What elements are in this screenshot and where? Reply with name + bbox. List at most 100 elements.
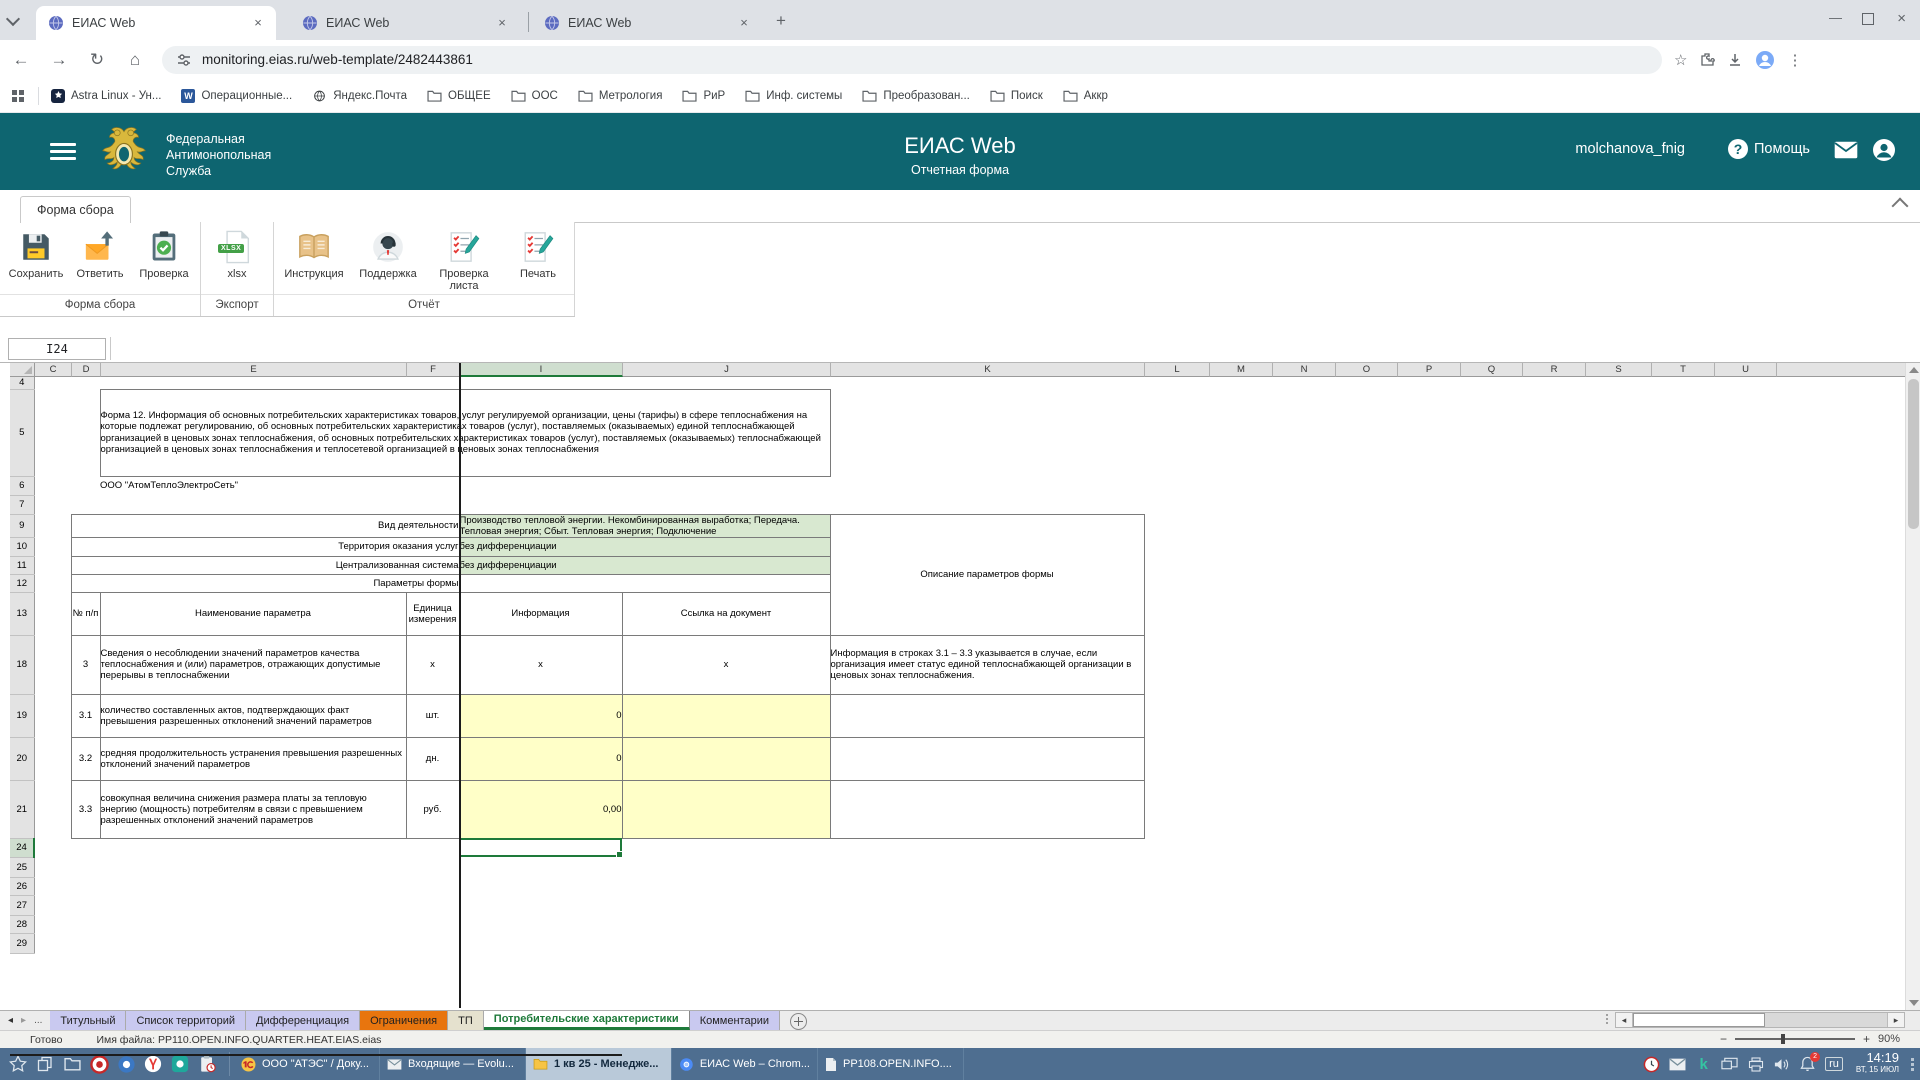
param-desc-cell[interactable] [830,737,1144,780]
param-name-cell[interactable]: Сведения о несоблюдении значений парамет… [100,635,406,694]
tab-close-icon[interactable]: × [250,15,266,31]
row-header[interactable]: 18 [10,635,34,694]
apps-grid-icon[interactable] [12,90,24,102]
column-header-selected[interactable]: I [460,363,623,377]
bookmark-folder-poisk[interactable]: Поиск [990,90,1043,102]
sheet-cell[interactable] [34,592,71,635]
browser-tab-1[interactable]: ЕИАС Web × [36,6,276,40]
taskbar-window-document[interactable]: PP108.OPEN.INFO.... [818,1048,964,1080]
param-desc-cell[interactable] [830,694,1144,737]
column-header[interactable]: Q [1461,363,1523,377]
sheet-cell[interactable] [406,838,459,857]
bookmark-folder-metrologia[interactable]: Метрология [578,90,663,102]
taskbar-window-folder-active[interactable]: 1 кв 25 - Менедже... [526,1048,672,1080]
row-header[interactable]: 26 [10,877,34,895]
tray-mail-icon[interactable] [1669,1056,1686,1073]
column-header[interactable]: N [1273,363,1336,377]
info-label-cell[interactable]: Параметры формы [71,574,459,592]
sheet-cell[interactable] [34,514,71,537]
bookmark-folder-oos[interactable]: ООС [511,90,558,102]
param-info-cell[interactable]: 0 [459,694,622,737]
sheet-cell[interactable] [1144,537,1915,556]
row-header[interactable]: 25 [10,857,34,877]
info-value-cell[interactable] [459,574,830,592]
param-info-cell[interactable]: х [459,635,622,694]
alarm-icon[interactable] [1643,1056,1660,1073]
scroll-up-icon[interactable] [1909,367,1919,373]
next-sheet-icon[interactable]: ▸ [21,1015,26,1026]
sheet-cell[interactable] [34,933,1915,953]
forward-icon[interactable]: → [42,46,76,74]
row-header[interactable]: 13 [10,592,34,635]
keepass-icon[interactable]: k [1695,1056,1712,1073]
back-icon[interactable]: ← [4,46,38,74]
sheet-cell[interactable] [1144,592,1915,635]
table-header-cell[interactable]: Единица измерения [406,592,459,635]
param-info-cell[interactable]: 0 [459,737,622,780]
notifications-bell-icon[interactable]: 2 [1799,1056,1816,1073]
sheet-cell[interactable] [1144,556,1915,574]
row-header[interactable]: 4 [10,377,34,389]
sheet-cell[interactable] [34,537,71,556]
row-header[interactable]: 10 [10,537,34,556]
sheet-cell[interactable] [34,895,1915,915]
sheet-cell[interactable] [71,838,100,857]
info-label-cell[interactable]: Территория оказания услуг [71,537,459,556]
row-header[interactable]: 7 [10,495,34,514]
param-info-cell[interactable]: 0,00 [459,780,622,838]
bookmark-folder-akkr[interactable]: Аккр [1063,90,1108,102]
row-header[interactable]: 20 [10,737,34,780]
sheet-cell[interactable] [1144,635,1915,694]
column-header[interactable]: C [35,363,72,377]
scroll-right-icon[interactable]: ▸ [1887,1013,1904,1027]
table-header-cell[interactable]: № п/п [71,592,100,635]
sheet-cell[interactable] [1144,514,1915,537]
info-label-cell[interactable]: Централизованная система [71,556,459,574]
support-button[interactable]: Поддержка [354,230,422,292]
column-header[interactable]: J [623,363,831,377]
vertical-scrollbar[interactable] [1905,363,1920,1010]
help-button[interactable]: ? Помощь [1728,139,1810,159]
column-header[interactable]: K [831,363,1145,377]
row-header[interactable]: 12 [10,574,34,592]
downloads-icon[interactable] [1727,52,1743,68]
tab-bar-grip[interactable] [1606,1014,1608,1024]
first-sheet-icon[interactable]: ◂ [8,1015,13,1026]
column-header[interactable]: P [1398,363,1461,377]
sheet-cell[interactable] [34,635,71,694]
zoom-out-icon[interactable]: − [1720,1032,1727,1046]
column-header[interactable]: S [1586,363,1652,377]
row-header-selected[interactable]: 24 [10,838,34,857]
taskbar-window-1c[interactable]: ООО "АТЭС" / Доку... [234,1048,380,1080]
selected-cell-I24[interactable] [459,838,622,857]
username[interactable]: molchanova_fnig [1575,141,1685,157]
ribbon-tab-forma-sbora[interactable]: Форма сбора [20,196,131,223]
window-close-button[interactable]: × [1897,10,1906,27]
bookmark-folder-rir[interactable]: РиР [682,90,725,102]
home-icon[interactable]: ⌂ [118,46,152,74]
sheet-cell[interactable] [34,737,71,780]
vertical-scroll-thumb[interactable] [1908,379,1919,529]
bookmark-folder-obshchee[interactable]: ОБЩЕЕ [427,90,491,102]
param-name-cell[interactable]: совокупная величина снижения размера пла… [100,780,406,838]
column-header[interactable]: L [1145,363,1210,377]
sheet-cell[interactable] [34,877,1915,895]
sheet-cell[interactable] [100,838,406,857]
cell-name-box[interactable]: I24 [8,338,106,360]
blue-app-icon[interactable] [116,1054,136,1074]
favorites-star-icon[interactable] [8,1054,28,1074]
print-button[interactable]: Печать [506,230,570,292]
instruction-button[interactable]: Инструкция [278,230,350,292]
account-icon[interactable] [1872,138,1896,162]
zoom-slider[interactable] [1735,1038,1855,1040]
column-header[interactable]: T [1652,363,1715,377]
column-header[interactable]: E [101,363,407,377]
param-num-cell[interactable]: 3.3 [71,780,100,838]
info-value-cell[interactable]: без дифференциации [459,537,830,556]
row-header[interactable]: 6 [10,476,34,495]
info-value-cell[interactable]: без дифференциации [459,556,830,574]
window-minimize-button[interactable]: — [1829,10,1842,25]
clipboard-clock-icon[interactable] [197,1054,217,1074]
sheet-cell[interactable] [34,476,100,495]
param-link-cell[interactable]: х [622,635,830,694]
